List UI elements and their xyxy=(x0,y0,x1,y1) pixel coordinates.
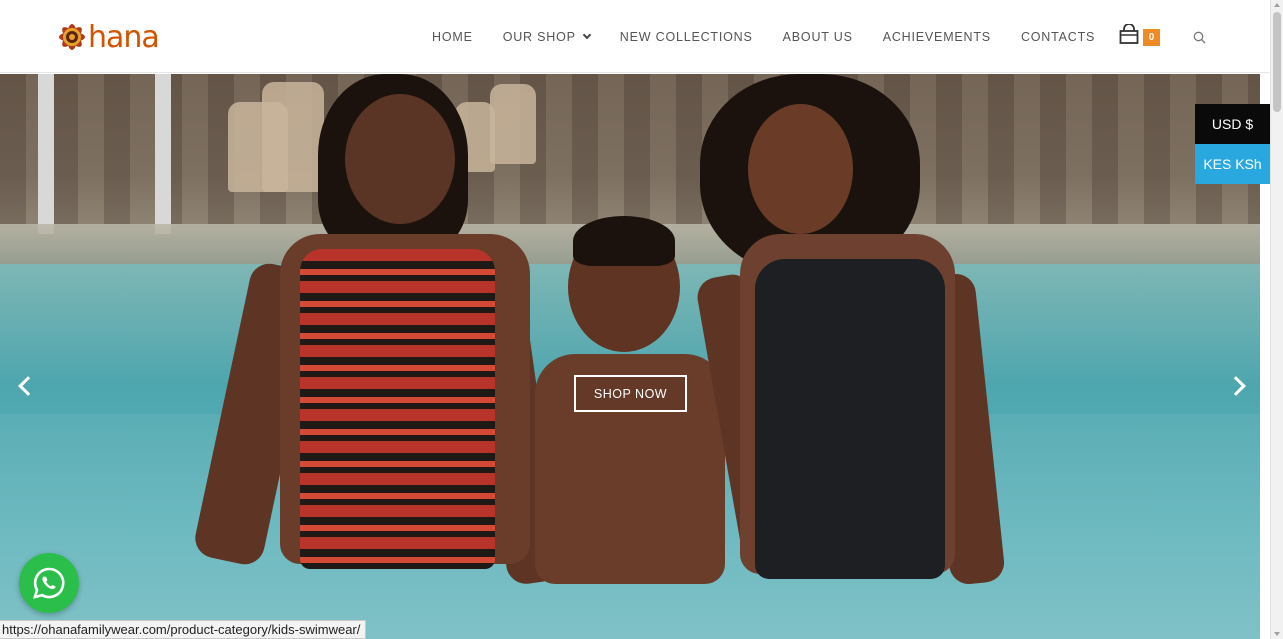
hair xyxy=(573,216,675,266)
scroll-up-arrow[interactable] xyxy=(1274,3,1280,7)
currency-kes-button[interactable]: KES KSh xyxy=(1195,144,1270,184)
hero-slider: SHOP NOW xyxy=(0,74,1260,639)
search-icon xyxy=(1193,31,1206,44)
slider-prev-arrow[interactable] xyxy=(18,376,38,396)
patio-chair xyxy=(262,82,324,192)
nav-new-collections-label: NEW COLLECTIONS xyxy=(619,30,753,44)
search-button[interactable] xyxy=(1193,31,1206,49)
fence-pole xyxy=(38,74,54,234)
main-nav: HOME OUR SHOP NEW COLLECTIONS ABOUT US A… xyxy=(432,30,1125,44)
browser-status-bar: https://ohanafamilywear.com/product-cate… xyxy=(0,620,367,639)
scrollbar-thumb[interactable] xyxy=(1273,12,1281,112)
slider-next-arrow[interactable] xyxy=(1226,376,1246,396)
logo-wordmark: hana xyxy=(88,19,160,55)
site-logo[interactable]: hana xyxy=(54,16,160,58)
whatsapp-chat-button[interactable] xyxy=(19,553,79,613)
page: hana HOME OUR SHOP NEW COLLECTIONS ABOUT… xyxy=(0,0,1283,639)
currency-usd-button[interactable]: USD $ xyxy=(1195,104,1270,144)
face xyxy=(345,94,455,224)
cart-button[interactable]: 0 xyxy=(1118,24,1160,46)
whatsapp-icon xyxy=(33,567,65,599)
chevron-down-icon xyxy=(582,30,592,40)
page-scrollbar[interactable] xyxy=(1270,0,1283,639)
fence-pole xyxy=(155,74,171,234)
nav-achievements[interactable]: ACHIEVEMENTS xyxy=(883,30,991,44)
nav-about-us-label: ABOUT US xyxy=(782,30,853,44)
nav-about-us[interactable]: ABOUT US xyxy=(783,30,853,44)
hero-background-fence xyxy=(0,74,1260,224)
shop-now-button[interactable]: SHOP NOW xyxy=(574,375,687,412)
patio-chair xyxy=(490,84,536,164)
nav-contacts-label: CONTACTS xyxy=(1020,30,1096,44)
nav-new-collections[interactable]: NEW COLLECTIONS xyxy=(620,30,753,44)
face xyxy=(748,104,853,234)
cart-count-badge: 0 xyxy=(1143,29,1160,46)
patterned-swimsuit xyxy=(300,249,495,569)
nav-contacts[interactable]: CONTACTS xyxy=(1021,30,1095,44)
nav-our-shop-label: OUR SHOP xyxy=(502,30,576,44)
nav-home-label: HOME xyxy=(432,30,473,44)
nav-our-shop[interactable]: OUR SHOP xyxy=(502,30,592,44)
site-header: hana HOME OUR SHOP NEW COLLECTIONS ABOUT… xyxy=(0,0,1270,73)
scroll-down-arrow[interactable] xyxy=(1274,632,1280,636)
nav-home[interactable]: HOME xyxy=(432,30,473,44)
nav-achievements-label: ACHIEVEMENTS xyxy=(882,30,991,44)
logo-flower-icon xyxy=(59,24,85,50)
black-swimsuit xyxy=(755,259,945,579)
currency-switcher: USD $ KES KSh xyxy=(1195,104,1270,184)
shopping-bag-icon xyxy=(1119,24,1139,44)
